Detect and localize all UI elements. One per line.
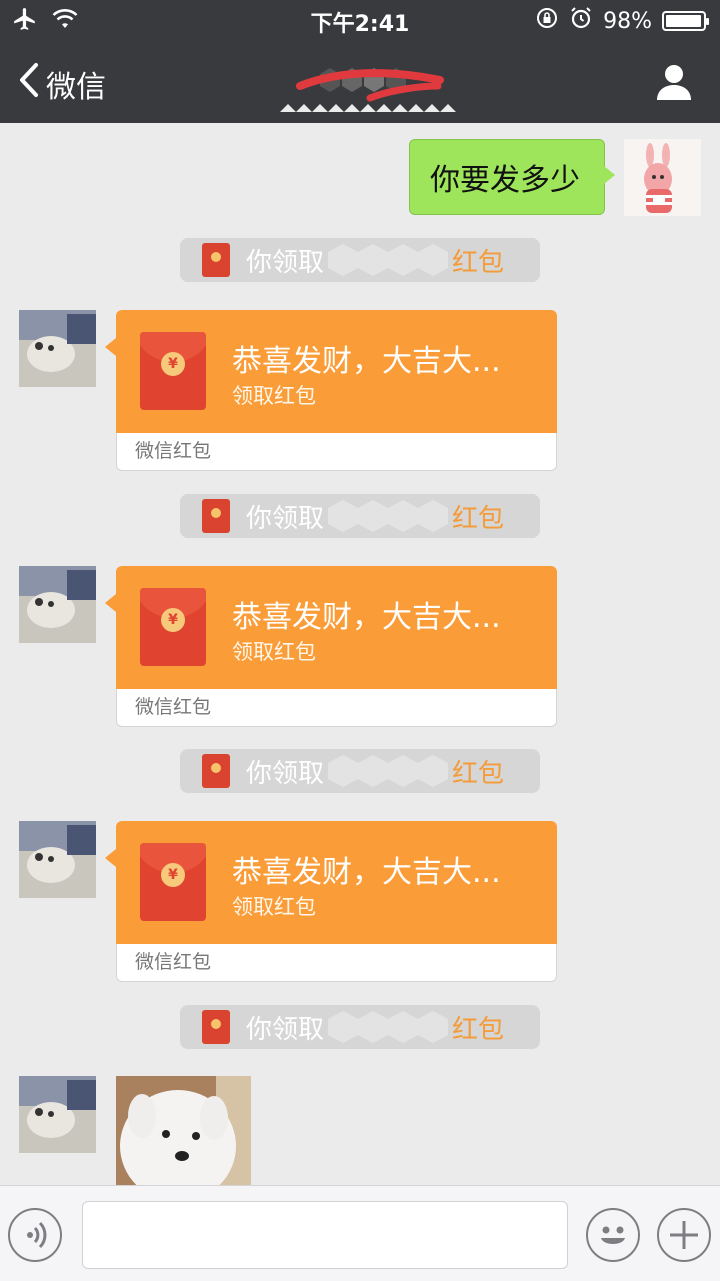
red-packet-title: 恭喜发财，大吉大... [232,855,501,890]
red-packet-small-icon [202,1010,230,1044]
redaction-mark [328,242,449,278]
chat-title-redacted [280,56,460,112]
red-envelope-icon: ¥ [140,332,206,410]
redaction-mark [328,753,449,789]
sent-message-bubble[interactable]: 你要发多少 [409,139,615,215]
plus-icon [659,1221,709,1264]
top-bar: 下午2:41 98% 微信 [0,0,720,123]
red-packet-small-icon [202,243,230,277]
message-list[interactable]: 你要发多少 你领取 红包 ¥ 恭喜发财，大吉大... 领取红包 微信红包 你领取… [0,123,720,1185]
nav-bar: 微信 [0,40,720,123]
emoji-icon [588,1226,638,1264]
system-note: 你领取 红包 [180,1005,540,1049]
sender-avatar[interactable] [19,821,96,898]
system-note-link[interactable]: 红包 [452,753,504,790]
chevron-left-icon [18,62,40,106]
input-bar [0,1185,720,1281]
back-button[interactable]: 微信 [18,62,106,106]
battery-percent: 98% [603,8,652,34]
status-bar: 下午2:41 98% [0,0,720,40]
voice-icon [10,1221,60,1264]
system-note-link[interactable]: 红包 [452,242,504,279]
system-note-prefix: 你领取 [246,247,325,278]
red-packet-subtitle: 领取红包 [232,384,316,408]
red-packet-message[interactable]: ¥ 恭喜发财，大吉大... 领取红包 微信红包 [105,821,557,982]
system-note-prefix: 你领取 [246,1014,325,1045]
red-packet-footer: 微信红包 [116,944,557,982]
red-packet-small-icon [202,754,230,788]
coin-icon: ¥ [161,608,185,632]
system-note: 你领取 红包 [180,238,540,282]
sent-message-text: 你要发多少 [430,163,580,198]
system-note-link[interactable]: 红包 [452,498,504,535]
message-input[interactable] [82,1201,568,1269]
system-note-prefix: 你领取 [246,758,325,789]
system-note: 你领取 红包 [180,494,540,538]
red-envelope-icon: ¥ [140,843,206,921]
red-packet-title: 恭喜发财，大吉大... [232,600,501,635]
red-packet-footer: 微信红包 [116,433,557,471]
system-note-prefix: 你领取 [246,503,325,534]
red-envelope-icon: ¥ [140,588,206,666]
emoji-button[interactable] [586,1208,640,1262]
profile-button[interactable] [654,62,694,102]
red-packet-message[interactable]: ¥ 恭喜发财，大吉大... 领取红包 微信红包 [105,566,557,727]
coin-icon: ¥ [161,352,185,376]
battery-icon [662,11,709,31]
system-note: 你领取 红包 [180,749,540,793]
sender-avatar[interactable] [19,310,96,387]
my-avatar[interactable] [624,139,701,216]
red-packet-subtitle: 领取红包 [232,895,316,919]
red-packet-small-icon [202,499,230,533]
rotation-lock-icon [535,6,559,36]
red-packet-footer: 微信红包 [116,689,557,727]
system-note-link[interactable]: 红包 [452,1009,504,1046]
voice-button[interactable] [8,1208,62,1262]
alarm-icon [569,6,593,36]
image-message-dog[interactable] [116,1076,251,1185]
red-packet-subtitle: 领取红包 [232,640,316,664]
sender-avatar[interactable] [19,566,96,643]
back-label: 微信 [46,70,106,105]
redaction-mark [328,498,449,534]
coin-icon: ¥ [161,863,185,887]
person-icon [654,65,694,106]
redaction-mark [328,1009,449,1045]
sender-avatar[interactable] [19,1076,96,1153]
red-packet-message[interactable]: ¥ 恭喜发财，大吉大... 领取红包 微信红包 [105,310,557,471]
more-button[interactable] [657,1208,711,1262]
red-packet-title: 恭喜发财，大吉大... [232,344,501,379]
